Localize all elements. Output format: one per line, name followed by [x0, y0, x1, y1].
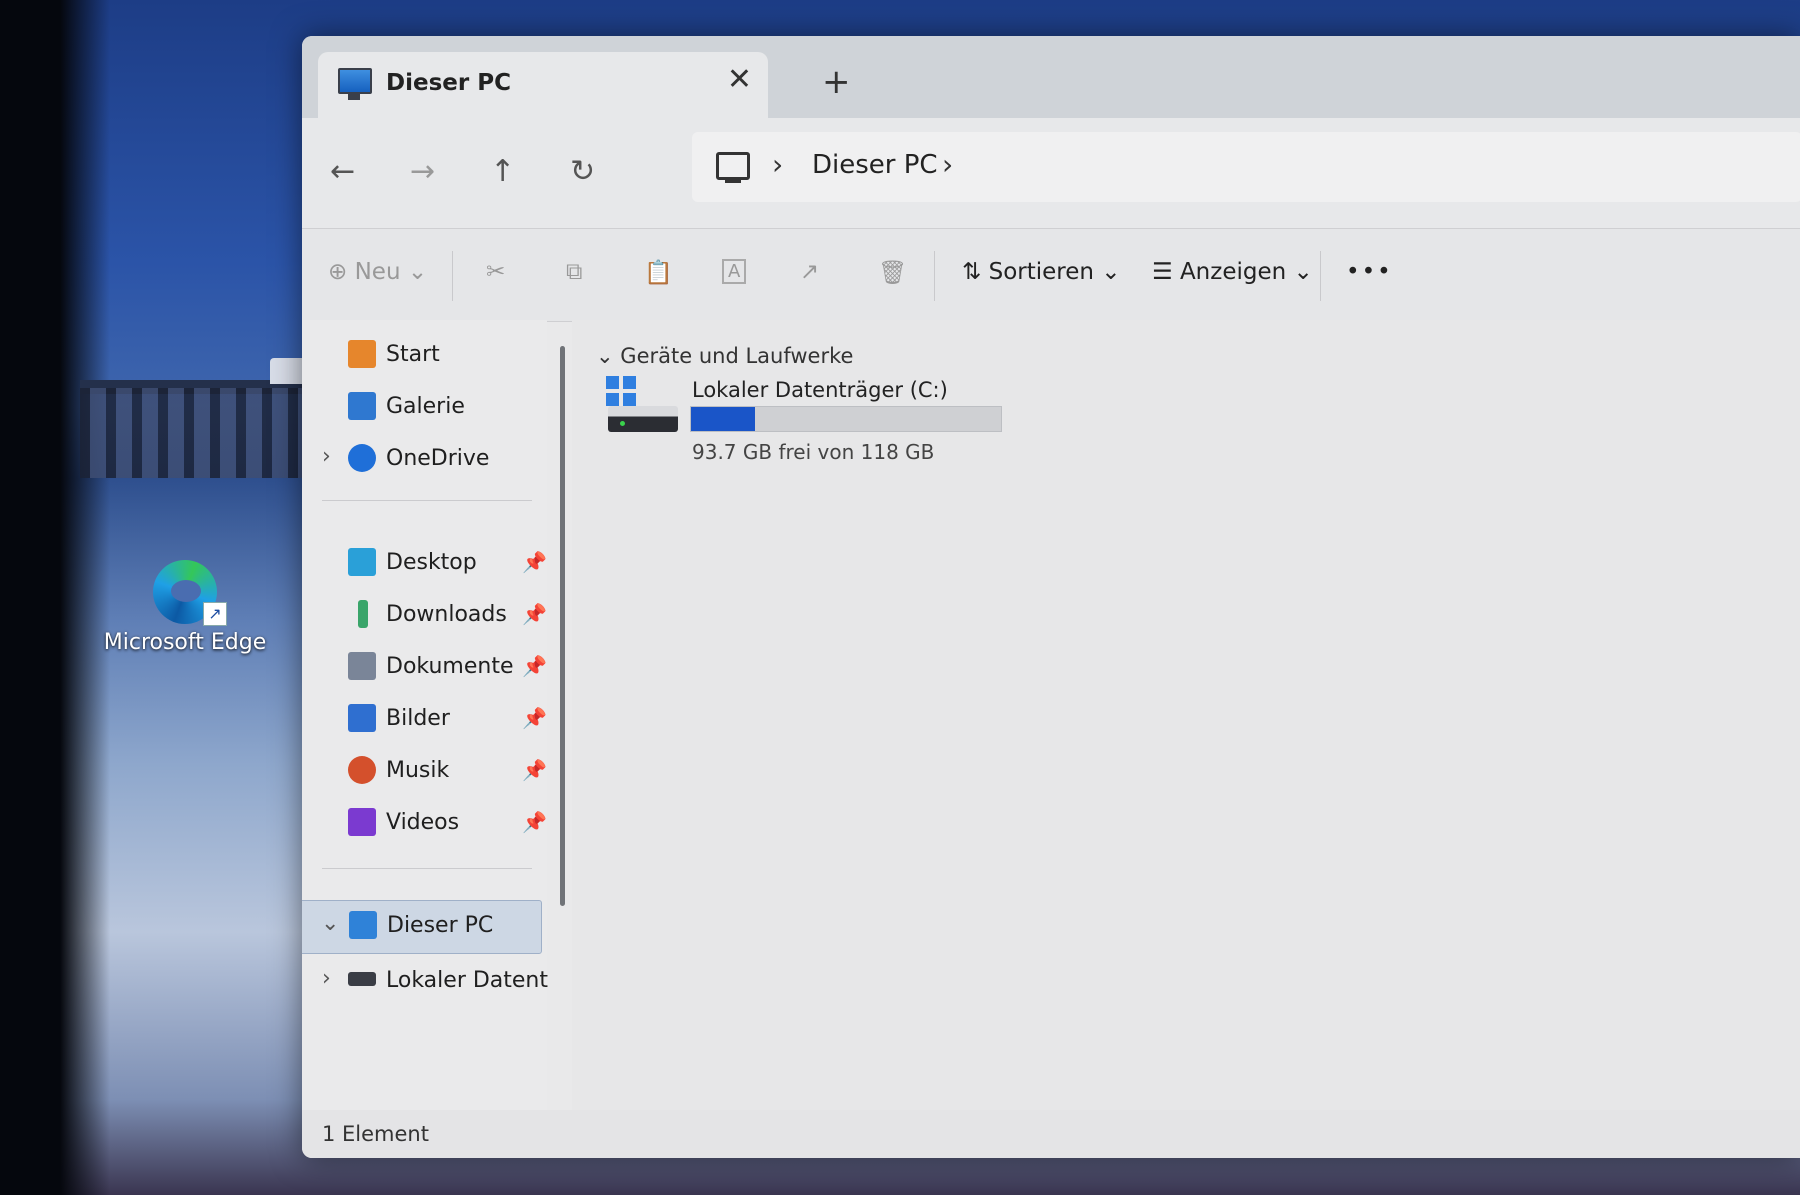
breadcrumb-chevron-icon[interactable]: ›: [772, 148, 783, 181]
sidebar-item-label: Bilder: [386, 706, 450, 731]
up-button[interactable]: ↑: [490, 154, 515, 189]
desktop-shortcut-label: Microsoft Edge: [103, 630, 267, 655]
new-tab-button[interactable]: +: [822, 62, 851, 102]
view-label: Anzeigen: [1179, 259, 1287, 285]
close-tab-icon[interactable]: ✕: [727, 62, 752, 97]
item-count: 1 Element: [322, 1122, 429, 1146]
share-button[interactable]: ↗: [800, 259, 819, 285]
file-explorer-window: Dieser PC ✕ + ← → ↑ ↻ › Dieser PC › ⊕ Ne…: [302, 36, 1800, 1158]
pin-icon: 📌: [522, 550, 547, 574]
new-button[interactable]: ⊕ Neu ⌄: [328, 259, 427, 285]
command-bar: ⊕ Neu ⌄ ✂ ⧉ 📋 A ↗ 🗑 ⇅ Sortieren ⌄ ☰ Anze…: [302, 228, 1800, 322]
sidebar-item-lokaler-datentraeger[interactable]: › Lokaler Datent: [302, 956, 549, 1006]
sidebar-item-label: Dieser PC: [387, 913, 494, 938]
sidebar-divider: [322, 500, 532, 501]
sidebar-item-label: Desktop: [386, 550, 477, 575]
sidebar-item-label: Downloads: [386, 602, 507, 627]
windows-logo-icon: [606, 376, 636, 406]
sidebar-item-dieser-pc[interactable]: ⌄ Dieser PC: [302, 900, 542, 954]
delete-button[interactable]: 🗑: [878, 259, 907, 286]
home-icon: [348, 340, 376, 368]
drive-name: Lokaler Datenträger (C:): [692, 378, 948, 402]
sidebar-item-label: Start: [386, 342, 440, 367]
sidebar-item-bilder[interactable]: Bilder 📌: [302, 694, 547, 744]
more-options-button[interactable]: •••: [1346, 259, 1393, 285]
onedrive-icon: [348, 444, 376, 472]
sidebar-item-label: Dokumente: [386, 654, 514, 679]
sort-label: Sortieren: [988, 259, 1094, 285]
chevron-down-icon: ⌄: [596, 344, 614, 368]
cut-button[interactable]: ✂: [486, 259, 505, 285]
chevron-down-icon[interactable]: ⌄: [321, 911, 339, 936]
group-label: Geräte und Laufwerke: [620, 344, 854, 368]
computer-icon: [349, 911, 377, 939]
tab-dieser-pc[interactable]: Dieser PC ✕: [318, 52, 768, 118]
sidebar-item-label: OneDrive: [386, 446, 490, 471]
chevron-right-icon[interactable]: ›: [322, 444, 331, 469]
group-header[interactable]: ⌄ Geräte und Laufwerke: [596, 344, 853, 368]
drive-item-c[interactable]: Lokaler Datenträger (C:) 93.7 GB frei vo…: [606, 376, 1046, 476]
sidebar-item-downloads[interactable]: Downloads 📌: [302, 590, 547, 640]
status-bar: 1 Element: [302, 1110, 1800, 1158]
content-pane: ⌄ Geräte und Laufwerke Lokaler Datenträg…: [572, 320, 1800, 1110]
pin-icon: 📌: [522, 810, 547, 834]
desktop-shortcut-edge[interactable]: ↗ Microsoft Edge: [100, 560, 270, 655]
shortcut-arrow-icon: ↗: [203, 602, 227, 626]
sidebar-item-galerie[interactable]: Galerie: [302, 382, 547, 432]
view-button[interactable]: ☰ Anzeigen ⌄: [1152, 259, 1313, 285]
tab-bar: Dieser PC ✕ +: [302, 36, 1800, 118]
breadcrumb-chevron-icon[interactable]: ›: [942, 148, 953, 181]
sort-button[interactable]: ⇅ Sortieren ⌄: [962, 259, 1121, 285]
sidebar-item-musik[interactable]: Musik 📌: [302, 746, 547, 796]
back-button[interactable]: ←: [330, 154, 355, 189]
music-icon: [348, 756, 376, 784]
gallery-icon: [348, 392, 376, 420]
wallpaper-pier-posts: [80, 388, 325, 478]
documents-icon: [348, 652, 376, 680]
pictures-icon: [348, 704, 376, 732]
forward-button[interactable]: →: [410, 154, 435, 189]
navigation-pane: Start Galerie › OneDrive Desktop 📌 Downl…: [302, 320, 549, 1110]
sidebar-item-label: Galerie: [386, 394, 465, 419]
rename-button[interactable]: A: [722, 259, 747, 284]
computer-icon: [338, 68, 372, 100]
breadcrumb-dieser-pc[interactable]: Dieser PC: [812, 150, 938, 180]
refresh-button[interactable]: ↻: [570, 154, 595, 189]
download-icon: [358, 600, 368, 628]
sidebar-item-onedrive[interactable]: › OneDrive: [302, 434, 547, 484]
pin-icon: 📌: [522, 654, 547, 678]
paste-button[interactable]: 📋: [644, 259, 673, 286]
sidebar-divider: [322, 868, 532, 869]
pin-icon: 📌: [522, 758, 547, 782]
videos-icon: [348, 808, 376, 836]
navigation-bar: ← → ↑ ↻ › Dieser PC ›: [302, 118, 1800, 228]
toolbar-divider: [1320, 251, 1321, 301]
sidebar-item-start[interactable]: Start: [302, 330, 547, 380]
sidebar-item-label: Musik: [386, 758, 450, 783]
computer-icon: [716, 152, 750, 183]
pin-icon: 📌: [522, 706, 547, 730]
toolbar-divider: [452, 251, 453, 301]
sidebar-scrollbar[interactable]: [560, 346, 565, 906]
chevron-right-icon[interactable]: ›: [322, 966, 331, 991]
sidebar-item-videos[interactable]: Videos 📌: [302, 798, 547, 848]
sidebar-item-dokumente[interactable]: Dokumente 📌: [302, 642, 547, 692]
desktop-folder-icon: [348, 548, 376, 576]
sidebar-item-label: Videos: [386, 810, 460, 835]
pin-icon: 📌: [522, 602, 547, 626]
drive-usage-fill: [691, 407, 755, 431]
drive-icon: [608, 406, 678, 432]
address-bar[interactable]: › Dieser PC ›: [692, 132, 1800, 202]
drive-free-space: 93.7 GB frei von 118 GB: [692, 440, 935, 464]
copy-button[interactable]: ⧉: [566, 259, 582, 285]
sidebar-item-label: Lokaler Datent: [386, 968, 549, 993]
tab-title: Dieser PC: [386, 70, 511, 96]
edge-icon: ↗: [153, 560, 227, 626]
sidebar-item-desktop[interactable]: Desktop 📌: [302, 538, 547, 588]
drive-usage-bar: [690, 406, 1002, 432]
drive-icon: [348, 972, 376, 986]
toolbar-divider: [934, 251, 935, 301]
new-label: Neu: [354, 259, 401, 285]
